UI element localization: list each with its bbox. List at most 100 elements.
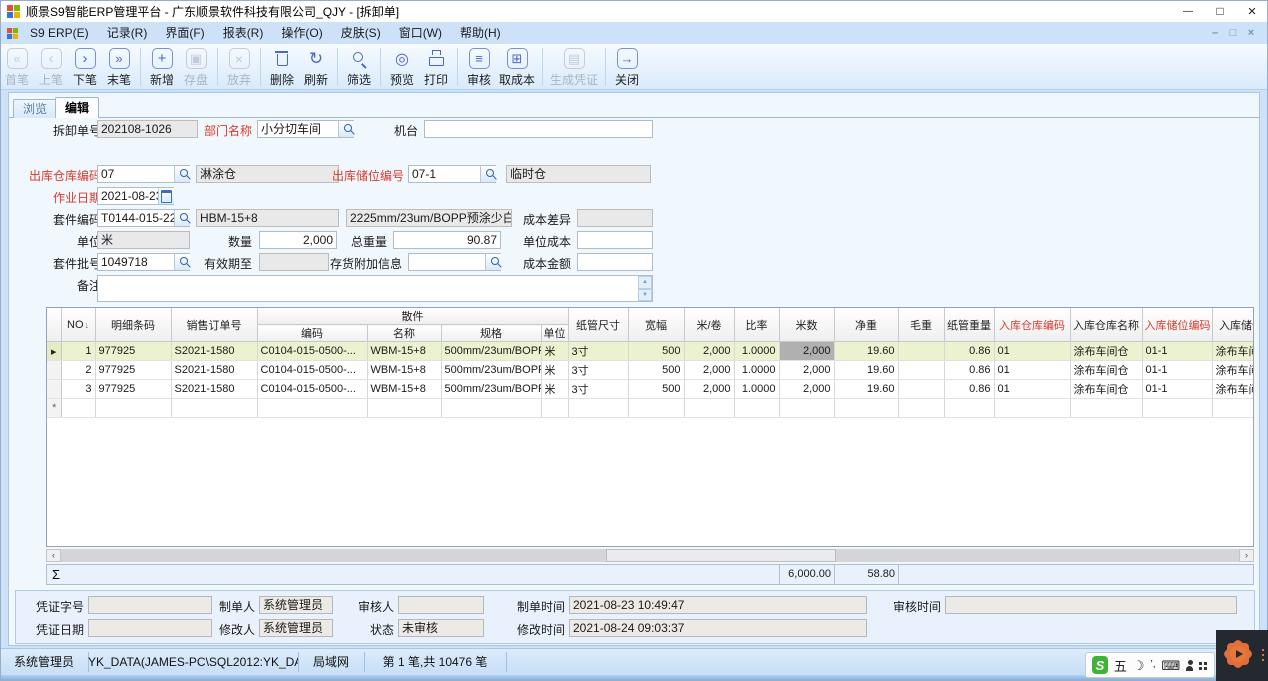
cell-meters[interactable]: 2,000: [779, 361, 834, 380]
cell-ratio[interactable]: 1.0000: [734, 361, 779, 380]
menu-skin[interactable]: 皮肤(S): [332, 22, 390, 44]
cell-in-location-name[interactable]: 涂布车间仓: [1212, 361, 1254, 380]
restore-button[interactable]: [1204, 0, 1236, 22]
out-warehouse-lookup-button[interactable]: [174, 166, 190, 182]
machine-field[interactable]: [424, 120, 653, 138]
cell-in-location-code[interactable]: 01-1: [1142, 361, 1212, 380]
cell-barcode[interactable]: 977925: [95, 361, 171, 380]
cell-barcode[interactable]: 977925: [95, 380, 171, 399]
col-meters-per-roll[interactable]: 米/卷: [684, 308, 734, 342]
col-part-name[interactable]: 名称: [367, 325, 441, 342]
cell-in-location-name[interactable]: 涂布车间仓: [1212, 380, 1254, 399]
close-button[interactable]: [1236, 0, 1268, 22]
cell-name[interactable]: WBM-15+8: [367, 361, 441, 380]
cell-unit[interactable]: 米: [541, 361, 568, 380]
cell-code[interactable]: C0104-015-0500-...: [257, 342, 367, 361]
toolbar-getcost-button[interactable]: 取成本: [499, 48, 535, 88]
toolbar-preview-button[interactable]: 预览: [388, 48, 416, 88]
col-part-unit[interactable]: 单位: [541, 325, 568, 342]
toolbar-add-button[interactable]: 新增: [148, 48, 176, 88]
punctuation-icon[interactable]: ’,: [1151, 660, 1156, 670]
cell-sales-order[interactable]: S2021-1580: [171, 380, 257, 399]
cell-in-warehouse-name[interactable]: 涂布车间仓: [1070, 380, 1142, 399]
col-detail-barcode[interactable]: 明细条码: [95, 308, 171, 342]
cell-meters-per-roll[interactable]: 2,000: [684, 361, 734, 380]
cell-meters-focused[interactable]: 2,000: [779, 342, 834, 361]
remark-field[interactable]: [97, 275, 653, 302]
col-in-location-name[interactable]: 入库储位名称: [1212, 308, 1254, 342]
cell-net-weight[interactable]: 19.60: [834, 342, 898, 361]
cell-no[interactable]: 2: [61, 361, 95, 380]
cell-width[interactable]: 500: [628, 342, 684, 361]
cell-sales-order[interactable]: S2021-1580: [171, 361, 257, 380]
horizontal-scrollbar[interactable]: ‹ ›: [46, 549, 1254, 562]
cell-gross-weight[interactable]: [898, 361, 944, 380]
col-tube-weight[interactable]: 纸管重量: [944, 308, 994, 342]
tab-edit[interactable]: 编辑: [55, 97, 99, 118]
cell-in-location-code[interactable]: 01-1: [1142, 380, 1212, 399]
toolbar-delete-button[interactable]: 删除: [268, 48, 296, 88]
cell-tube-size[interactable]: 3寸: [568, 380, 628, 399]
cell-unit[interactable]: 米: [541, 380, 568, 399]
toolbar-discard-button[interactable]: 放弃: [225, 48, 253, 88]
cell-in-warehouse-code[interactable]: 01: [994, 380, 1070, 399]
grid-menu-icon[interactable]: [1199, 662, 1202, 665]
cell-tube-weight[interactable]: 0.86: [944, 342, 994, 361]
col-in-warehouse-name[interactable]: 入库仓库名称: [1070, 308, 1142, 342]
toolbar-save-button[interactable]: 存盘: [182, 48, 210, 88]
keyboard-icon[interactable]: ⌨: [1162, 659, 1181, 672]
remark-scroll[interactable]: ▲ ▼: [638, 276, 652, 301]
toolbar-next-button[interactable]: 下笔: [71, 48, 99, 88]
menu-window[interactable]: 窗口(W): [390, 22, 451, 44]
cell-in-location-name[interactable]: 涂布车间仓: [1212, 342, 1254, 361]
cell-in-location-code[interactable]: 01-1: [1142, 342, 1212, 361]
cell-in-warehouse-name[interactable]: 涂布车间仓: [1070, 342, 1142, 361]
cell-width[interactable]: 500: [628, 361, 684, 380]
toolbar-first-button[interactable]: 首笔: [3, 48, 31, 88]
cell-width[interactable]: 500: [628, 380, 684, 399]
col-tube-size[interactable]: 纸管尺寸: [568, 308, 628, 342]
cell-in-warehouse-name[interactable]: 涂布车间仓: [1070, 361, 1142, 380]
cell-barcode[interactable]: 977925: [95, 342, 171, 361]
app-overlay-tile[interactable]: [1216, 630, 1268, 681]
cell-spec[interactable]: 500mm/23um/BOPP...: [441, 380, 541, 399]
col-width[interactable]: 宽幅: [628, 308, 684, 342]
cell-meters-per-roll[interactable]: 2,000: [684, 342, 734, 361]
toolbar-last-button[interactable]: 末笔: [105, 48, 133, 88]
menu-operation[interactable]: 操作(O): [272, 22, 331, 44]
scroll-down-icon[interactable]: ▼: [638, 289, 652, 302]
total-weight-field[interactable]: 90.87: [393, 231, 501, 249]
cost-amount-field[interactable]: [577, 253, 653, 271]
menu-interface[interactable]: 界面(F): [156, 22, 213, 44]
menu-record[interactable]: 记录(R): [98, 22, 157, 44]
toolbar-close-button[interactable]: 关闭: [613, 48, 641, 88]
sogou-logo-icon[interactable]: S: [1092, 656, 1108, 674]
col-meters[interactable]: 米数: [779, 308, 834, 342]
mdi-close-button[interactable]: ×: [1242, 27, 1260, 39]
user-icon[interactable]: [1186, 666, 1193, 671]
cell-no[interactable]: 3: [61, 380, 95, 399]
cell-in-warehouse-code[interactable]: 01: [994, 361, 1070, 380]
unit-cost-field[interactable]: [577, 231, 653, 249]
col-no[interactable]: NO: [61, 308, 95, 342]
menu-report[interactable]: 报表(R): [214, 22, 273, 44]
cell-in-warehouse-code[interactable]: 01: [994, 342, 1070, 361]
kit-batch-lookup-button[interactable]: [174, 254, 190, 270]
toolbar-audit-button[interactable]: 审核: [465, 48, 493, 88]
cell-net-weight[interactable]: 19.60: [834, 380, 898, 399]
cell-code[interactable]: C0104-015-0500-...: [257, 361, 367, 380]
minimize-button[interactable]: [1172, 0, 1204, 22]
cell-tube-size[interactable]: 3寸: [568, 342, 628, 361]
cell-ratio[interactable]: 1.0000: [734, 342, 779, 361]
out-location-lookup-button[interactable]: [480, 166, 496, 182]
col-sales-order[interactable]: 销售订单号: [171, 308, 257, 342]
cell-spec[interactable]: 500mm/23um/BOPP...: [441, 342, 541, 361]
menu-s9erp[interactable]: S9 ERP(E): [21, 22, 98, 44]
scroll-left-icon[interactable]: ‹: [46, 549, 61, 562]
moon-icon[interactable]: ☽: [1133, 659, 1145, 672]
toolbar-prev-button[interactable]: 上笔: [37, 48, 65, 88]
cell-no[interactable]: 1: [61, 342, 95, 361]
toolbar-voucher-button[interactable]: 生成凭证: [550, 48, 598, 88]
cell-meters[interactable]: 2,000: [779, 380, 834, 399]
col-part-code[interactable]: 编码: [257, 325, 367, 342]
